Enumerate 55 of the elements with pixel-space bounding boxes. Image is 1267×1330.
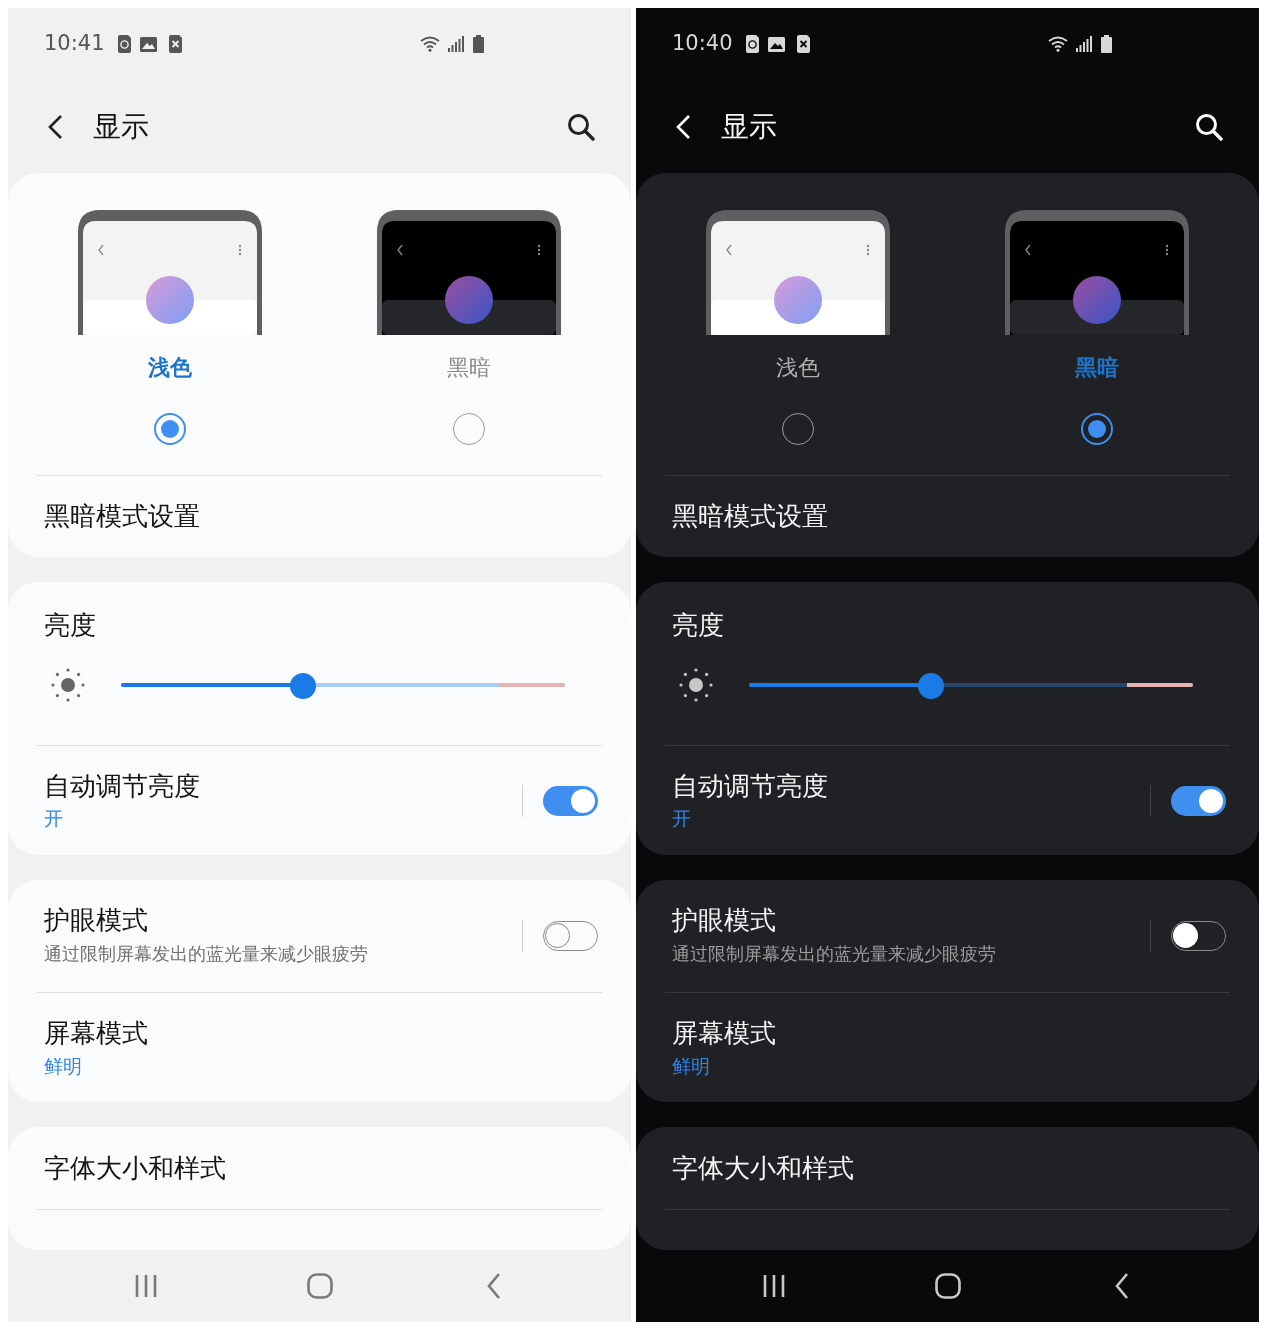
toggle-switch[interactable] [1171, 921, 1226, 951]
brightness-icon [678, 667, 714, 703]
setting-title: 亮度 [44, 608, 96, 642]
setting-title[interactable]: 字体大小和样式 [44, 1148, 226, 1188]
setting-value: 鲜明 [44, 1053, 83, 1079]
setting-title[interactable]: 护眼模式 [44, 902, 522, 938]
page-title: 显示 [721, 108, 777, 145]
setting-description: 通过限制屏幕发出的蓝光量来减少眼疲劳 [44, 942, 369, 966]
home-icon[interactable] [934, 1273, 961, 1299]
setting-title[interactable]: 屏幕模式 [672, 1014, 1259, 1051]
setting-value: 开 [44, 805, 64, 831]
brightness-slider[interactable] [121, 673, 565, 697]
clock-file-icon [745, 35, 760, 53]
recent-apps-icon[interactable] [762, 1274, 785, 1298]
image-icon [767, 36, 785, 52]
setting-title[interactable]: 字体大小和样式 [672, 1148, 854, 1188]
sim-error-icon [168, 35, 183, 53]
setting-title[interactable]: 屏幕模式 [44, 1014, 631, 1051]
setting-title[interactable]: 护眼模式 [672, 902, 1150, 938]
status-time: 10:41 [44, 30, 105, 58]
clock-file-icon [117, 35, 132, 53]
wifi-icon [420, 36, 440, 52]
setting-title[interactable]: 黑暗模式设置 [672, 497, 828, 536]
theme-label[interactable]: 浅色 [147, 355, 192, 381]
radio-button[interactable] [153, 413, 186, 445]
setting-value: 鲜明 [672, 1053, 711, 1079]
toggle-switch[interactable] [543, 785, 598, 816]
signal-icon [448, 36, 464, 52]
sim-error-icon [796, 35, 811, 53]
setting-title: 亮度 [672, 608, 724, 642]
signal-icon [1076, 36, 1092, 52]
battery-icon [473, 35, 484, 53]
setting-title[interactable]: 自动调节亮度 [672, 768, 1150, 803]
setting-description: 通过限制屏幕发出的蓝光量来减少眼疲劳 [672, 942, 997, 966]
setting-title[interactable]: 自动调节亮度 [44, 768, 522, 803]
setting-value: 开 [672, 805, 692, 831]
search-icon[interactable] [567, 112, 595, 141]
setting-title[interactable]: 黑暗模式设置 [44, 497, 200, 536]
slider-thumb[interactable] [918, 673, 945, 699]
toggle-switch[interactable] [543, 921, 598, 951]
radio-button[interactable] [1080, 413, 1113, 445]
battery-icon [1101, 35, 1112, 53]
search-icon[interactable] [1195, 112, 1223, 141]
brightness-icon [50, 667, 86, 703]
wifi-icon [1048, 36, 1068, 52]
image-icon [139, 36, 157, 52]
back-icon[interactable] [674, 113, 692, 140]
status-time: 10:40 [672, 30, 733, 58]
slider-thumb[interactable] [290, 673, 317, 699]
brightness-slider[interactable] [749, 673, 1193, 697]
page-title: 显示 [93, 108, 149, 145]
back-icon[interactable] [46, 113, 64, 140]
back-icon[interactable] [1113, 1272, 1130, 1300]
theme-label[interactable]: 浅色 [775, 355, 820, 381]
toggle-switch[interactable] [1171, 785, 1226, 816]
